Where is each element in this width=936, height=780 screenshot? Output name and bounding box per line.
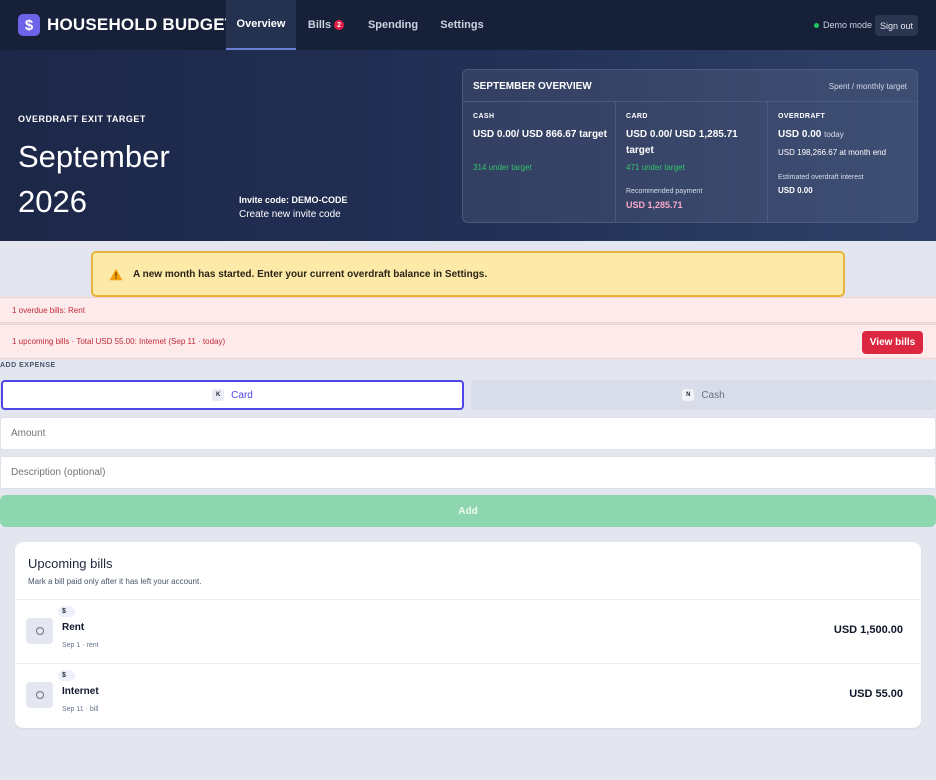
cash-label: CASH — [473, 113, 495, 120]
tab-settings[interactable]: Settings — [434, 0, 490, 50]
tab-overview[interactable]: Overview — [226, 0, 296, 50]
upcoming-bills-panel: Upcoming bills Mark a bill paid only aft… — [15, 542, 921, 728]
month-overview-panel: SEPTEMBER OVERVIEW Spent / monthly targe… — [462, 69, 918, 223]
description-input[interactable] — [0, 456, 936, 489]
overdraft-month-end: USD 198,266.67 at month end — [778, 148, 887, 157]
hero-kicker: OVERDRAFT EXIT TARGET — [18, 114, 146, 124]
overdraft-today-suffix: today — [824, 130, 844, 139]
tab-bills-label: Bills — [307, 19, 332, 31]
interest-label: Estimated overdraft interest — [778, 174, 864, 181]
overdue-bills-alert: 1 overdue bills: Rent — [0, 297, 936, 323]
circle-icon — [35, 691, 44, 699]
tab-settings-label: Settings — [440, 19, 484, 31]
demo-status-dot-icon — [814, 23, 819, 28]
tab-spending-label: Spending — [367, 19, 419, 31]
dollar-logo-icon: $ — [18, 14, 40, 36]
dollar-tag-icon: $ — [58, 670, 75, 681]
bill-meta: Sep 1 · rent — [62, 642, 99, 649]
amount-input[interactable] — [0, 417, 936, 450]
page-title: September 2026 — [18, 139, 170, 219]
card-label: CARD — [626, 113, 648, 120]
mark-paid-checkbox[interactable] — [26, 682, 53, 708]
bill-name: Rent — [62, 622, 85, 633]
overdraft-today-value: USD 0.00 — [778, 129, 822, 140]
cash-spent-value: USD 0.00/ USD 866.67 target — [473, 129, 607, 140]
card-toggle-label: Card — [231, 389, 253, 401]
overdue-bills-text: 1 overdue bills: Rent — [12, 306, 85, 315]
interest-value: USD 0.00 — [778, 186, 813, 195]
dollar-tag-icon: $ — [58, 606, 75, 617]
tab-overview-label: Overview — [236, 18, 286, 30]
sign-out-button[interactable]: Sign out — [875, 15, 918, 36]
warning-icon — [109, 268, 123, 280]
tab-spending[interactable]: Spending — [362, 0, 424, 50]
overview-cash-column: CASH USD 0.00/ USD 866.67 target 314 und… — [463, 102, 615, 222]
app-title: HOUSEHOLD BUDGET — [47, 15, 236, 34]
demo-mode-label: Demo mode — [823, 20, 873, 30]
overview-card-column: CARD USD 0.00/ USD 1,285.71 target 471 u… — [615, 102, 767, 222]
overview-title: SEPTEMBER OVERVIEW — [473, 81, 592, 92]
create-invite-code-link[interactable]: Create new invite code — [239, 209, 341, 220]
recommended-payment-label: Recommended payment — [626, 188, 703, 195]
bill-name: Internet — [62, 686, 99, 697]
cash-status: 314 under target — [473, 163, 532, 172]
card-payment-toggle[interactable]: K Card — [1, 380, 464, 410]
add-expense-heading: ADD EXPENSE — [0, 362, 56, 369]
cash-payment-toggle[interactable]: N Cash — [471, 380, 936, 410]
upcoming-bills-title: Upcoming bills — [28, 556, 113, 571]
tab-bills[interactable]: Bills 2 — [300, 0, 352, 50]
card-status: 471 under target — [626, 163, 685, 172]
warning-text: A new month has started. Enter your curr… — [133, 268, 488, 280]
bill-meta: Sep 11 · bill — [62, 706, 99, 713]
invite-code: Invite code: DEMO-CODE — [239, 195, 348, 205]
overdraft-today: USD 0.00 today — [778, 127, 908, 143]
cash-shortcut-key: N — [682, 389, 695, 401]
circle-icon — [35, 627, 44, 635]
overview-overdraft-column: OVERDRAFT USD 0.00 today USD 198,266.67 … — [767, 102, 917, 222]
bill-amount: USD 1,500.00 — [833, 624, 903, 636]
upcoming-bills-text: 1 upcoming bills · Total USD 55.00: Inte… — [12, 337, 226, 346]
upcoming-bills-alert: 1 upcoming bills · Total USD 55.00: Inte… — [0, 324, 936, 359]
view-bills-button[interactable]: View bills — [862, 331, 923, 354]
cash-toggle-label: Cash — [701, 389, 725, 401]
mark-paid-checkbox[interactable] — [26, 618, 53, 644]
overdraft-label: OVERDRAFT — [778, 113, 826, 120]
card-spent-value: USD 0.00/ USD 1,285.71 target — [626, 129, 738, 156]
recommended-payment-value: USD 1,285.71 — [626, 200, 683, 210]
bills-count-badge: 2 — [334, 20, 345, 30]
new-month-warning: A new month has started. Enter your curr… — [91, 251, 845, 297]
list-item: $ Internet Sep 11 · bill USD 55.00 — [15, 664, 921, 728]
top-nav: $ HOUSEHOLD BUDGET Overview Bills 2 Spen… — [0, 0, 936, 50]
overview-subtitle: Spent / monthly target — [828, 82, 907, 91]
bill-amount: USD 55.00 — [849, 688, 903, 700]
upcoming-bills-subtitle: Mark a bill paid only after it has left … — [28, 577, 202, 586]
add-expense-button[interactable]: Add — [0, 495, 936, 527]
list-item: $ Rent Sep 1 · rent USD 1,500.00 — [15, 600, 921, 664]
card-shortcut-key: K — [212, 389, 225, 401]
